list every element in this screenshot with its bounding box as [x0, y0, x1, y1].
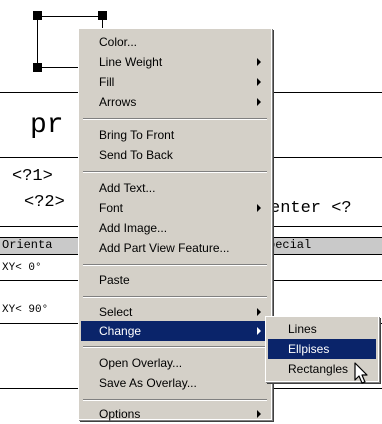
menu-separator [83, 118, 267, 120]
menu-separator [83, 296, 267, 298]
submenu-arrow-icon [257, 410, 261, 418]
submenu-arrow-icon [257, 204, 261, 212]
table-header-orienta: Orienta [2, 238, 53, 252]
menu-item-fill[interactable]: Fill [81, 72, 269, 92]
drawing-text-enter: enter <? [270, 199, 352, 218]
selection-frame-left [37, 16, 38, 68]
menu-item-label: Paste [99, 273, 130, 287]
menu-item-add-part-view-feature[interactable]: Add Part View Feature... [81, 238, 269, 258]
menu-item-label: Ellpises [288, 342, 330, 356]
menu-separator [83, 171, 267, 173]
menu-item-add-image[interactable]: Add Image... [81, 218, 269, 238]
submenu-arrow-icon [257, 78, 261, 86]
menu-item-label: Arrows [99, 95, 137, 109]
menu-item-arrows[interactable]: Arrows [81, 92, 269, 112]
menu-item-add-text[interactable]: Add Text... [81, 178, 269, 198]
mouse-pointer-icon [354, 362, 368, 384]
context-menu: Color... Line Weight Fill Arrows Bring T… [78, 28, 272, 421]
table-header-special: pecial [268, 238, 312, 252]
submenu-arrow-icon [257, 308, 261, 316]
menu-item-label: Change [99, 324, 142, 338]
menu-item-select[interactable]: Select [81, 302, 269, 322]
menu-item-label: Font [99, 201, 124, 215]
selection-frame-top [37, 16, 103, 17]
menu-item-label: Save As Overlay... [99, 376, 197, 390]
menu-item-bring-to-front[interactable]: Bring To Front [81, 125, 269, 145]
menu-separator [83, 346, 267, 348]
menu-item-change[interactable]: Change [81, 321, 269, 341]
menu-item-font[interactable]: Font [81, 198, 269, 218]
submenu-arrow-icon [257, 98, 261, 106]
menu-item-line-weight[interactable]: Line Weight [81, 52, 269, 72]
table-row-text: XY< 90° [2, 304, 49, 316]
menu-item-label: Send To Back [99, 148, 173, 162]
menu-item-paste[interactable]: Paste [81, 270, 269, 290]
menu-item-open-overlay[interactable]: Open Overlay... [81, 353, 269, 373]
menu-item-label: Add Image... [99, 221, 168, 235]
menu-item-label: Line Weight [99, 55, 163, 69]
drawing-text-pr: pr [30, 110, 64, 141]
selection-handle[interactable] [98, 11, 107, 20]
menu-item-label: Rectangles [288, 362, 349, 376]
menu-separator [83, 264, 267, 266]
submenu-item-ellipses[interactable]: Ellpises [268, 339, 376, 359]
menu-item-options[interactable]: Options [81, 404, 269, 424]
submenu-arrow-icon [257, 327, 261, 335]
menu-item-label: Bring To Front [99, 128, 175, 142]
menu-item-send-to-back[interactable]: Send To Back [81, 145, 269, 165]
menu-item-label: Select [99, 305, 133, 319]
menu-item-save-as-overlay[interactable]: Save As Overlay... [81, 373, 269, 393]
drawing-text-line2: <?2> [24, 193, 65, 212]
menu-item-label: Add Part View Feature... [99, 241, 230, 255]
submenu-arrow-icon [257, 58, 261, 66]
menu-item-label: Lines [288, 322, 317, 336]
table-row-text: XY< 0° [2, 262, 42, 274]
menu-item-label: Fill [99, 75, 115, 89]
selection-handle[interactable] [33, 63, 42, 72]
menu-item-label: Open Overlay... [99, 356, 183, 370]
menu-separator [83, 399, 267, 401]
submenu-item-lines[interactable]: Lines [268, 319, 376, 339]
selection-handle[interactable] [33, 11, 42, 20]
menu-item-label: Color... [99, 35, 138, 49]
menu-item-label: Options [99, 407, 141, 421]
menu-item-label: Add Text... [99, 181, 156, 195]
menu-item-color[interactable]: Color... [81, 32, 269, 52]
drawing-text-line1: <?1> [12, 167, 53, 186]
